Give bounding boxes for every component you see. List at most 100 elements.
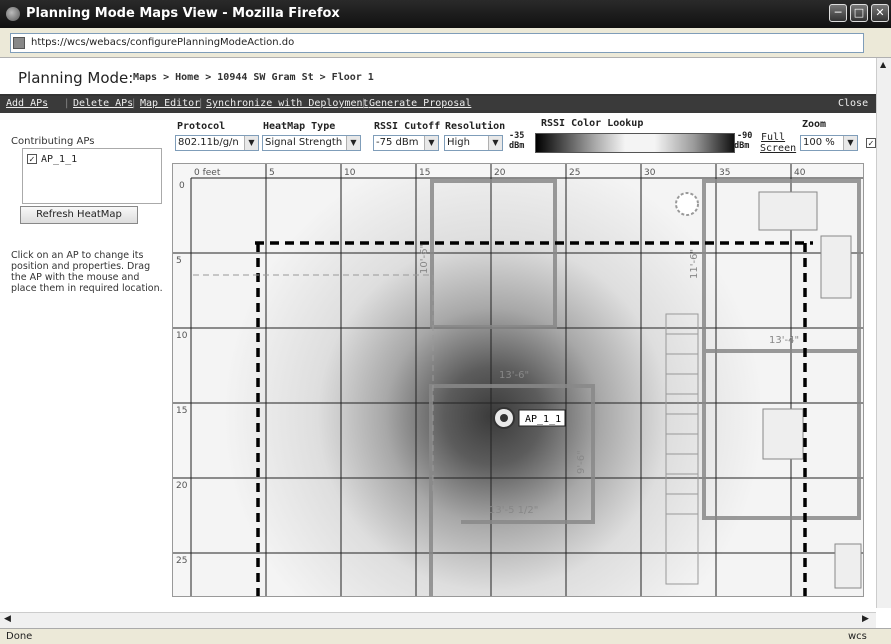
left-panel: Contributing APs ✓ AP_1_1 Refresh HeatMa… — [8, 116, 168, 616]
y-tick-2: 10 — [176, 331, 188, 341]
option-checkbox[interactable]: ✓ — [866, 138, 876, 148]
delete-aps-link[interactable]: Delete APs — [73, 98, 133, 109]
breadcrumb: Maps > Home > 10944 SW Gram St > Floor 1 — [133, 72, 374, 83]
separator: | — [362, 98, 366, 109]
x-tick-6: 30 — [644, 168, 656, 178]
minimize-button[interactable]: ─ — [829, 4, 847, 22]
page-title: Planning Mode: — [18, 69, 134, 87]
maximize-button[interactable]: □ — [850, 4, 868, 22]
protocol-select[interactable]: 802.11b/g/n ▼ — [175, 135, 259, 151]
access-point-marker[interactable]: AP_1_1 — [493, 407, 566, 429]
sofa — [758, 191, 818, 231]
ap-name: AP_1_1 — [41, 154, 78, 165]
heatmap-type-value: Signal Strength — [265, 137, 343, 148]
resolution-label: Resolution — [445, 121, 506, 132]
dropdown-arrow-icon: ▼ — [244, 136, 258, 150]
help-text: Click on an AP to change its position an… — [11, 250, 163, 294]
dropdown-arrow-icon: ▼ — [488, 136, 502, 150]
protocol-value: 802.11b/g/n — [178, 137, 239, 148]
x-ruler — [173, 164, 863, 178]
dropdown-arrow-icon: ▼ — [843, 136, 857, 150]
firefox-icon — [6, 7, 20, 21]
action-toolbar: Add APs | Delete APs | Map Editor | Sync… — [0, 96, 876, 113]
scale-min-value: -35 — [509, 131, 525, 141]
separator: | — [199, 98, 203, 109]
sunburst-icon — [675, 192, 699, 216]
page-icon — [13, 37, 25, 49]
title-bar: Planning Mode Maps View - Mozilla Firefo… — [0, 0, 891, 28]
resolution-select[interactable]: High ▼ — [444, 135, 503, 151]
close-window-button[interactable]: ✕ — [871, 4, 889, 22]
dim-label-5: 13'-4" — [769, 335, 799, 346]
cabinet — [834, 543, 862, 589]
table — [762, 408, 804, 460]
dim-label-6: 10'-6" — [419, 244, 430, 274]
desk — [820, 235, 852, 299]
url-text: https://wcs/webacs/configurePlanningMode… — [31, 37, 295, 48]
ap-list: ✓ AP_1_1 — [22, 148, 162, 204]
rssi-color-scale — [535, 133, 735, 153]
y-tick-0: 0 — [179, 181, 185, 191]
heatmap-type-label: HeatMap Type — [263, 121, 336, 132]
vertical-scrollbar[interactable]: ▲ — [876, 58, 891, 608]
refresh-heatmap-button[interactable]: Refresh HeatMap — [20, 206, 138, 224]
scale-max-value: -90 — [737, 131, 753, 141]
protocol-label: Protocol — [177, 121, 226, 132]
full-screen-link-line1[interactable]: Full — [761, 132, 785, 143]
status-bar: Done wcs — [0, 628, 891, 644]
y-tick-3: 15 — [176, 406, 187, 416]
access-point-core — [500, 414, 508, 422]
synchronize-link[interactable]: Synchronize with Deployment — [206, 98, 369, 109]
window-title: Planning Mode Maps View - Mozilla Firefo… — [26, 6, 340, 21]
status-host: wcs — [848, 631, 867, 642]
ap-label: AP_1_1 — [525, 414, 561, 425]
floor-plan-svg: 0 feet 5 10 15 20 25 30 35 40 0 5 10 15 … — [173, 164, 863, 596]
y-tick-1: 5 — [176, 256, 182, 266]
zoom-select[interactable]: 100 % ▼ — [800, 135, 858, 151]
dropdown-arrow-icon: ▼ — [424, 136, 438, 150]
dim-label-2: 13'-5 1/2" — [489, 505, 538, 516]
separator: | — [65, 98, 69, 109]
x-tick-1: 5 — [269, 168, 275, 178]
scale-min-unit: dBm — [509, 141, 525, 151]
ap-checkbox[interactable]: ✓ — [27, 154, 37, 164]
scroll-left-icon[interactable]: ◀ — [4, 614, 11, 624]
y-ruler — [173, 164, 191, 596]
contributing-aps-label: Contributing APs — [11, 136, 95, 147]
rssi-cutoff-value: -75 dBm — [376, 137, 419, 148]
x-tick-3: 15 — [419, 168, 430, 178]
x-tick-4: 20 — [494, 168, 506, 178]
heatmap-canvas[interactable]: 0 feet 5 10 15 20 25 30 35 40 0 5 10 15 … — [172, 163, 864, 597]
x-tick-0: 0 feet — [194, 168, 221, 178]
heatmap-type-select[interactable]: Signal Strength ▼ — [262, 135, 361, 151]
rssi-color-lookup-label: RSSI Color Lookup — [541, 118, 644, 129]
generate-proposal-link[interactable]: Generate Proposal — [369, 98, 471, 109]
status-text: Done — [6, 631, 33, 642]
dropdown-arrow-icon: ▼ — [346, 136, 360, 150]
zoom-label: Zoom — [802, 119, 827, 130]
full-screen-link-line2[interactable]: Screen — [760, 143, 796, 154]
dim-label-4: 11'-6" — [689, 249, 700, 279]
y-tick-4: 20 — [176, 481, 188, 491]
close-link[interactable]: Close — [838, 98, 868, 109]
x-tick-5: 25 — [569, 168, 580, 178]
zoom-value: 100 % — [803, 137, 835, 148]
x-tick-8: 40 — [794, 168, 806, 178]
horizontal-scrollbar[interactable]: ◀ ▶ — [0, 612, 876, 628]
url-field[interactable]: https://wcs/webacs/configurePlanningMode… — [10, 33, 864, 53]
x-tick-2: 10 — [344, 168, 356, 178]
scroll-up-icon[interactable]: ▲ — [880, 60, 886, 69]
add-aps-link[interactable]: Add APs — [6, 98, 48, 109]
scroll-right-icon[interactable]: ▶ — [862, 614, 869, 624]
scale-max-unit: dBm — [734, 141, 750, 151]
page-header: Planning Mode: Maps > Home > 10944 SW Gr… — [0, 58, 891, 96]
dim-label-1: 13'-6" — [499, 370, 529, 381]
resolution-value: High — [447, 137, 470, 148]
browser-window: Planning Mode Maps View - Mozilla Firefo… — [0, 0, 891, 644]
rssi-cutoff-select[interactable]: -75 dBm ▼ — [373, 135, 439, 151]
address-bar: https://wcs/webacs/configurePlanningMode… — [0, 28, 891, 78]
y-tick-5: 25 — [176, 556, 187, 566]
rssi-cutoff-label: RSSI Cutoff — [374, 121, 441, 132]
separator: | — [132, 98, 136, 109]
map-editor-link[interactable]: Map Editor — [140, 98, 200, 109]
